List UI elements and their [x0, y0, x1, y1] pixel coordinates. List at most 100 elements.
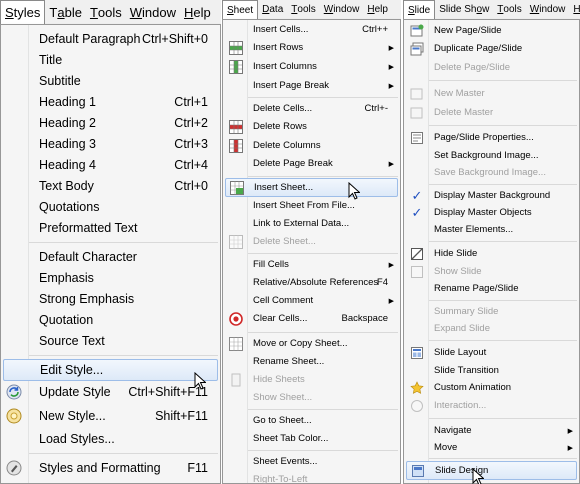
- submenu-arrow-icon: ▶: [388, 44, 394, 52]
- edit-style-item[interactable]: Edit Style...: [3, 359, 218, 381]
- styles-menu-panel: Styles Ta ble Tools Window Help Default P…: [0, 0, 221, 484]
- insert-page-break-item[interactable]: Insert Page Break ▶: [225, 77, 398, 94]
- delete-columns-item[interactable]: Delete Columns: [225, 137, 398, 154]
- delete-sheet-item[interactable]: Delete Sheet...: [225, 233, 398, 250]
- insert-rows-item[interactable]: Insert Rows ▶: [225, 39, 398, 56]
- slide-transition-item[interactable]: Slide Transition: [406, 362, 577, 379]
- delete-page-break-item[interactable]: Delete Page Break ▶: [225, 155, 398, 172]
- expand-slide-item[interactable]: Expand Slide: [406, 320, 577, 337]
- delete-master-item[interactable]: Delete Master: [406, 104, 577, 121]
- menu-tools[interactable]: Tools: [493, 0, 525, 19]
- styles-and-formatting-item[interactable]: Styles and Formatting F11: [3, 458, 218, 478]
- menu-help[interactable]: Help: [569, 0, 580, 19]
- move-item[interactable]: Move ▶: [406, 439, 577, 456]
- cell-comment-item[interactable]: Cell Comment ▶: [225, 292, 398, 309]
- slide-design-item[interactable]: Slide Design: [406, 461, 577, 480]
- save-background-image-item[interactable]: Save Background Image...: [406, 164, 577, 181]
- menu-slide-show[interactable]: Slide Sh o w: [435, 0, 493, 19]
- relative-absolute-references-item[interactable]: Relative/Absolute References F4: [225, 274, 398, 291]
- show-slide-icon: [409, 264, 425, 280]
- hide-sheets-item[interactable]: Hide Sheets: [225, 371, 398, 388]
- master-elements-item[interactable]: Master Elements...: [406, 221, 577, 238]
- set-background-image-item[interactable]: Set Background Image...: [406, 147, 577, 164]
- menu-window[interactable]: Window: [126, 0, 180, 24]
- move-copy-sheet-item[interactable]: Move or Copy Sheet...: [225, 335, 398, 352]
- load-styles-item[interactable]: Load Styles...: [3, 429, 218, 449]
- title-item[interactable]: Title: [3, 50, 218, 70]
- menu-styles[interactable]: Styles: [0, 0, 46, 24]
- display-master-objects-item[interactable]: ✓ Display Master Objects: [406, 204, 577, 221]
- insert-columns-item[interactable]: Insert Columns ▶: [225, 58, 398, 75]
- heading-3-item[interactable]: Heading 3 Ctrl+3: [3, 134, 218, 154]
- go-to-sheet-item[interactable]: Go to Sheet...: [225, 412, 398, 429]
- quotations-item[interactable]: Quotations: [3, 197, 218, 217]
- link-external-data-item[interactable]: Link to External Data...: [225, 215, 398, 232]
- item-label: Interaction...: [434, 400, 487, 411]
- item-label: Sheet Tab Color...: [253, 433, 329, 444]
- custom-animation-item[interactable]: Custom Animation: [406, 379, 577, 396]
- default-character-item[interactable]: Default Character: [3, 247, 218, 267]
- new-style-item[interactable]: New Style... Shift+F11: [3, 406, 218, 426]
- quotation-item[interactable]: Quotation: [3, 310, 218, 330]
- menu-window[interactable]: Window: [320, 0, 364, 19]
- insert-cells-item[interactable]: Insert Cells... Ctrl++: [225, 21, 398, 38]
- new-page-slide-item[interactable]: New Page/Slide: [406, 22, 577, 39]
- submenu-arrow-icon: ▶: [567, 427, 573, 435]
- show-sheet-item[interactable]: Show Sheet...: [225, 389, 398, 406]
- interaction-item[interactable]: Interaction...: [406, 397, 577, 414]
- page-slide-properties-item[interactable]: Page/Slide Properties...: [406, 129, 577, 146]
- delete-page-slide-item[interactable]: Delete Page/Slide: [406, 59, 577, 76]
- menu-table[interactable]: Ta ble: [45, 0, 86, 24]
- show-slide-item[interactable]: Show Slide: [406, 263, 577, 280]
- item-label: Preformatted Text: [39, 221, 138, 235]
- rename-sheet-item[interactable]: Rename Sheet...: [225, 353, 398, 370]
- item-label: Insert Rows: [253, 42, 304, 53]
- heading-4-item[interactable]: Heading 4 Ctrl+4: [3, 155, 218, 175]
- menu-help[interactable]: Help: [363, 0, 392, 19]
- item-label: Show Slide: [434, 266, 482, 277]
- subtitle-item[interactable]: Subtitle: [3, 71, 218, 91]
- menu-slide[interactable]: Slide: [403, 0, 436, 19]
- new-master-item[interactable]: New Master: [406, 85, 577, 102]
- menu-separator: [248, 450, 398, 451]
- item-label: Display Master Background: [434, 190, 551, 201]
- menu-data[interactable]: Data: [258, 0, 287, 19]
- fill-cells-item[interactable]: Fill Cells ▶: [225, 256, 398, 273]
- navigate-item[interactable]: Navigate ▶: [406, 422, 577, 439]
- menu-tools[interactable]: Tools: [86, 0, 126, 24]
- display-master-background-item[interactable]: ✓ Display Master Background: [406, 187, 577, 204]
- item-label: Insert Columns: [253, 61, 317, 72]
- insert-sheet-item[interactable]: Insert Sheet...: [225, 178, 398, 197]
- menu-tools[interactable]: Tools: [287, 0, 319, 19]
- insert-sheet-from-file-item[interactable]: Insert Sheet From File...: [225, 197, 398, 214]
- source-text-item[interactable]: Source Text: [3, 331, 218, 351]
- update-style-item[interactable]: Update Style Ctrl+Shift+F11: [3, 382, 218, 402]
- delete-rows-item[interactable]: Delete Rows: [225, 118, 398, 135]
- item-label: Set Background Image...: [434, 150, 539, 161]
- summary-slide-item[interactable]: Summary Slide: [406, 303, 577, 320]
- rename-page-slide-item[interactable]: Rename Page/Slide: [406, 280, 577, 297]
- interaction-icon: [409, 398, 425, 414]
- sheet-events-item[interactable]: Sheet Events...: [225, 453, 398, 470]
- preformatted-text-item[interactable]: Preformatted Text: [3, 218, 218, 238]
- slide-layout-item[interactable]: Slide Layout: [406, 344, 577, 361]
- heading-2-item[interactable]: Heading 2 Ctrl+2: [3, 113, 218, 133]
- emphasis-item[interactable]: Emphasis: [3, 268, 218, 288]
- clear-cells-item[interactable]: Clear Cells... Backspace: [225, 310, 398, 327]
- duplicate-page-slide-item[interactable]: Duplicate Page/Slide: [406, 40, 577, 57]
- text-body-item[interactable]: Text Body Ctrl+0: [3, 176, 218, 196]
- menu-help[interactable]: Help: [180, 0, 215, 24]
- sheet-tab-color-item[interactable]: Sheet Tab Color...: [225, 430, 398, 447]
- right-to-left-item[interactable]: Right-To-Left: [225, 471, 398, 484]
- menu-window[interactable]: Window: [526, 0, 570, 19]
- default-paragraph-item[interactable]: Default Paragraph Ctrl+Shift+0: [3, 29, 218, 49]
- hide-slide-item[interactable]: Hide Slide: [406, 245, 577, 262]
- new-style-icon: [6, 408, 22, 424]
- delete-cells-item[interactable]: Delete Cells... Ctrl+-: [225, 100, 398, 117]
- styles-dropdown: Default Paragraph Ctrl+Shift+0 Title Subt…: [0, 24, 221, 484]
- delete-columns-icon: [228, 138, 244, 154]
- heading-1-item[interactable]: Heading 1 Ctrl+1: [3, 92, 218, 112]
- menu-sheet[interactable]: Sheet: [222, 0, 259, 19]
- new-master-icon: [409, 86, 425, 102]
- strong-emphasis-item[interactable]: Strong Emphasis: [3, 289, 218, 309]
